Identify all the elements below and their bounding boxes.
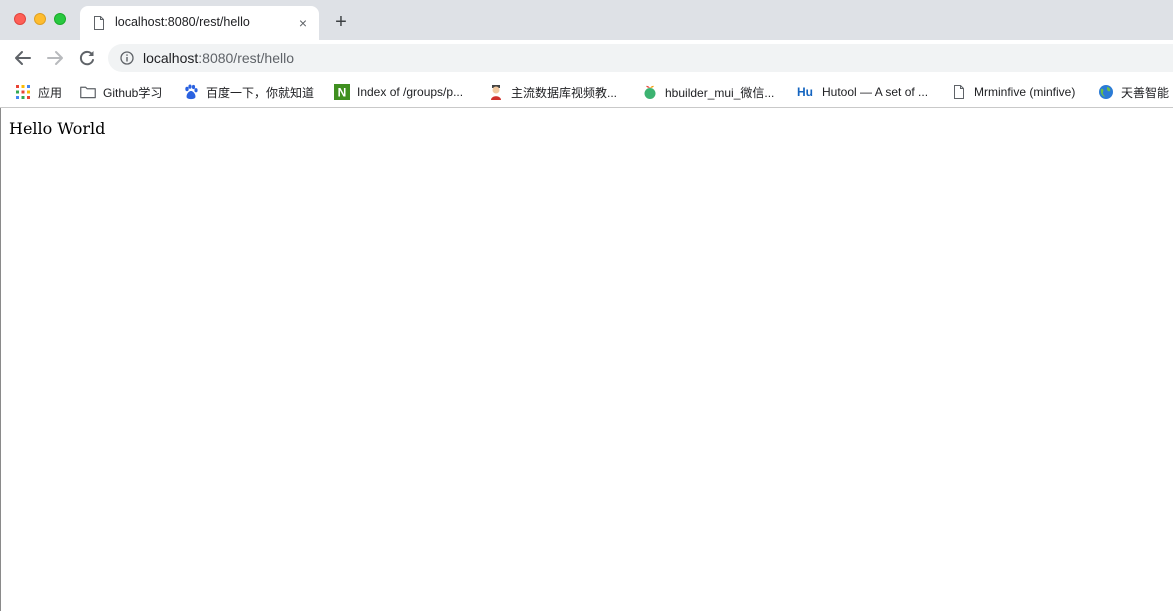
bookmark-nexus-index[interactable]: N Index of /groups/p... xyxy=(334,82,463,102)
folder-icon xyxy=(80,84,96,100)
back-button[interactable] xyxy=(12,47,34,69)
bookmark-label: 百度一下，你就知道 xyxy=(206,85,315,100)
new-tab-button[interactable]: + xyxy=(330,11,352,33)
window-minimize-button[interactable] xyxy=(34,13,46,25)
url-path: :8080/rest/hello xyxy=(198,50,294,66)
page-body-text: Hello World xyxy=(9,119,106,138)
svg-text:N: N xyxy=(338,86,347,100)
bookmark-mrminfive[interactable]: Mrminfive (minfive) xyxy=(951,82,1075,102)
url-text[interactable]: localhost:8080/rest/hello xyxy=(143,50,294,66)
reload-button[interactable] xyxy=(76,47,98,69)
info-icon[interactable] xyxy=(120,51,134,65)
bookmark-database-video[interactable]: 主流数据库视频教... xyxy=(488,82,617,102)
bookmark-label: Index of /groups/p... xyxy=(357,85,464,99)
arrow-left-icon xyxy=(12,47,34,69)
bookmark-label: 天善智能 xyxy=(1121,85,1170,100)
apps-grid-icon xyxy=(15,84,31,100)
bookmarks-bar: 应用 Github学习 百度一下，你就知道 N Index of /groups… xyxy=(0,76,1173,108)
hu-logo-text: Hu xyxy=(797,85,813,99)
avatar-icon xyxy=(488,84,504,100)
address-bar[interactable]: localhost:8080/rest/hello xyxy=(108,44,1173,72)
bookmark-label: 主流数据库视频教... xyxy=(511,85,618,100)
bookmark-label: Hutool — A set of ... xyxy=(822,85,929,99)
bookmark-tianshan[interactable]: 天善智能 xyxy=(1098,82,1169,102)
hu-logo-icon: Hu xyxy=(795,84,815,100)
tab-close-button[interactable]: × xyxy=(294,14,312,32)
baidu-paw-icon xyxy=(183,84,199,100)
tab-active[interactable]: localhost:8080/rest/hello × xyxy=(80,6,319,40)
forward-button[interactable] xyxy=(44,47,66,69)
bookmark-label: Mrminfive (minfive) xyxy=(974,85,1076,99)
bookmark-baidu[interactable]: 百度一下，你就知道 xyxy=(183,82,314,102)
bookmark-hbuilder[interactable]: hbuilder_mui_微信... xyxy=(642,82,774,102)
window-zoom-button[interactable] xyxy=(54,13,66,25)
arrow-right-icon xyxy=(44,47,66,69)
bookmark-label: hbuilder_mui_微信... xyxy=(665,85,775,100)
page-viewport: Hello World xyxy=(0,108,1173,611)
fruit-icon xyxy=(642,84,658,100)
globe-icon xyxy=(1098,84,1114,100)
bookmark-hutool[interactable]: Hu Hutool — A set of ... xyxy=(795,82,928,102)
window-close-button[interactable] xyxy=(14,13,26,25)
tab-title: localhost:8080/rest/hello xyxy=(115,15,250,29)
nexus-n-icon: N xyxy=(334,84,350,100)
bookmark-label: 应用 xyxy=(38,85,63,100)
url-host: localhost xyxy=(143,50,199,66)
bookmark-label: Github学习 xyxy=(103,85,163,100)
document-icon xyxy=(93,16,105,30)
tab-strip: localhost:8080/rest/hello × + xyxy=(0,0,1173,40)
bookmark-apps[interactable]: 应用 xyxy=(15,82,62,102)
browser-toolbar: localhost:8080/rest/hello xyxy=(0,40,1173,76)
bookmark-github-folder[interactable]: Github学习 xyxy=(80,82,162,102)
document-icon xyxy=(951,84,967,100)
reload-icon xyxy=(76,47,98,69)
